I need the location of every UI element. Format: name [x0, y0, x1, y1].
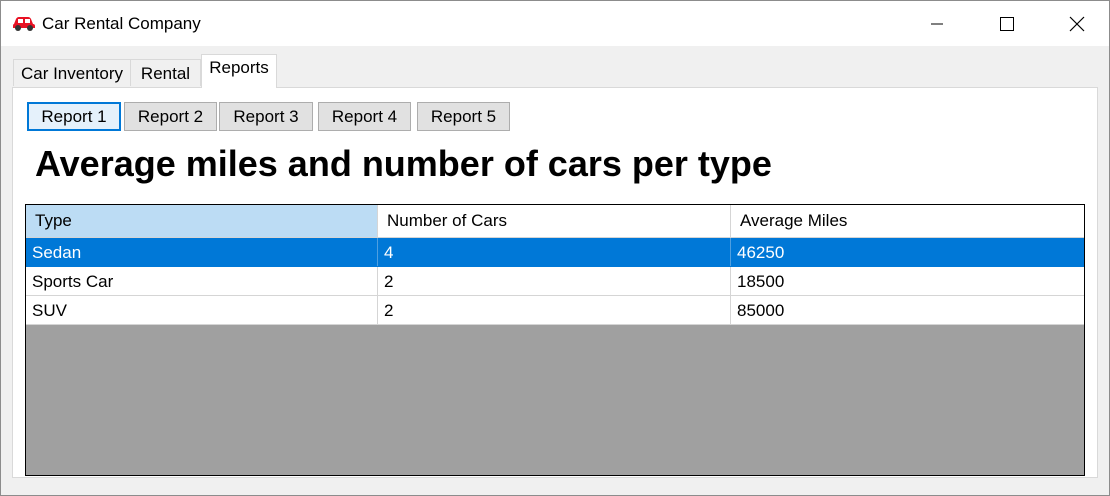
- window-title: Car Rental Company: [42, 14, 201, 33]
- report-title: Average miles and number of cars per typ…: [35, 143, 772, 184]
- minimize-icon: [931, 23, 943, 24]
- table-row[interactable]: SUV 2 85000: [26, 296, 1084, 325]
- tab-strip: Car Inventory Rental Reports: [1, 46, 1109, 88]
- app-window: Car Rental Company Car Inventory Rental …: [0, 0, 1110, 496]
- title-bar[interactable]: Car Rental Company: [1, 1, 1109, 46]
- cell-type[interactable]: Sports Car: [26, 267, 378, 295]
- report-data-grid[interactable]: Type Number of Cars Average Miles Sedan …: [25, 204, 1085, 476]
- cell-average-miles[interactable]: 85000: [731, 296, 1084, 324]
- report-1-button[interactable]: Report 1: [27, 102, 121, 131]
- minimize-button[interactable]: [914, 1, 960, 46]
- tab-rental[interactable]: Rental: [130, 59, 201, 86]
- tab-label: Car Inventory: [20, 64, 124, 83]
- maximize-button[interactable]: [984, 1, 1030, 46]
- close-button[interactable]: [1054, 1, 1100, 46]
- cell-number-of-cars[interactable]: 2: [378, 267, 731, 295]
- reports-panel: Report 1 Report 2 Report 3 Report 4 Repo…: [12, 87, 1098, 478]
- tab-label: Reports: [209, 58, 269, 77]
- tab-reports[interactable]: Reports: [201, 54, 277, 88]
- report-4-button[interactable]: Report 4: [318, 102, 411, 131]
- cell-type[interactable]: Sedan: [26, 238, 378, 266]
- column-header-number-of-cars[interactable]: Number of Cars: [378, 205, 731, 237]
- cell-type[interactable]: SUV: [26, 296, 378, 324]
- report-5-button[interactable]: Report 5: [417, 102, 510, 131]
- table-row[interactable]: Sports Car 2 18500: [26, 267, 1084, 296]
- column-header-average-miles[interactable]: Average Miles: [731, 205, 1084, 237]
- tab-car-inventory[interactable]: Car Inventory: [13, 59, 131, 86]
- report-2-button[interactable]: Report 2: [124, 102, 217, 131]
- grid-header-row: Type Number of Cars Average Miles: [26, 205, 1084, 238]
- table-row[interactable]: Sedan 4 46250: [26, 238, 1084, 267]
- close-icon: [1069, 16, 1085, 31]
- cell-number-of-cars[interactable]: 4: [378, 238, 731, 266]
- car-icon: [13, 17, 35, 31]
- maximize-icon: [1000, 16, 1014, 31]
- cell-average-miles[interactable]: 18500: [731, 267, 1084, 295]
- report-3-button[interactable]: Report 3: [219, 102, 313, 131]
- cell-number-of-cars[interactable]: 2: [378, 296, 731, 324]
- cell-average-miles[interactable]: 46250: [731, 238, 1084, 266]
- tab-label: Rental: [140, 64, 191, 83]
- column-header-type[interactable]: Type: [26, 205, 378, 237]
